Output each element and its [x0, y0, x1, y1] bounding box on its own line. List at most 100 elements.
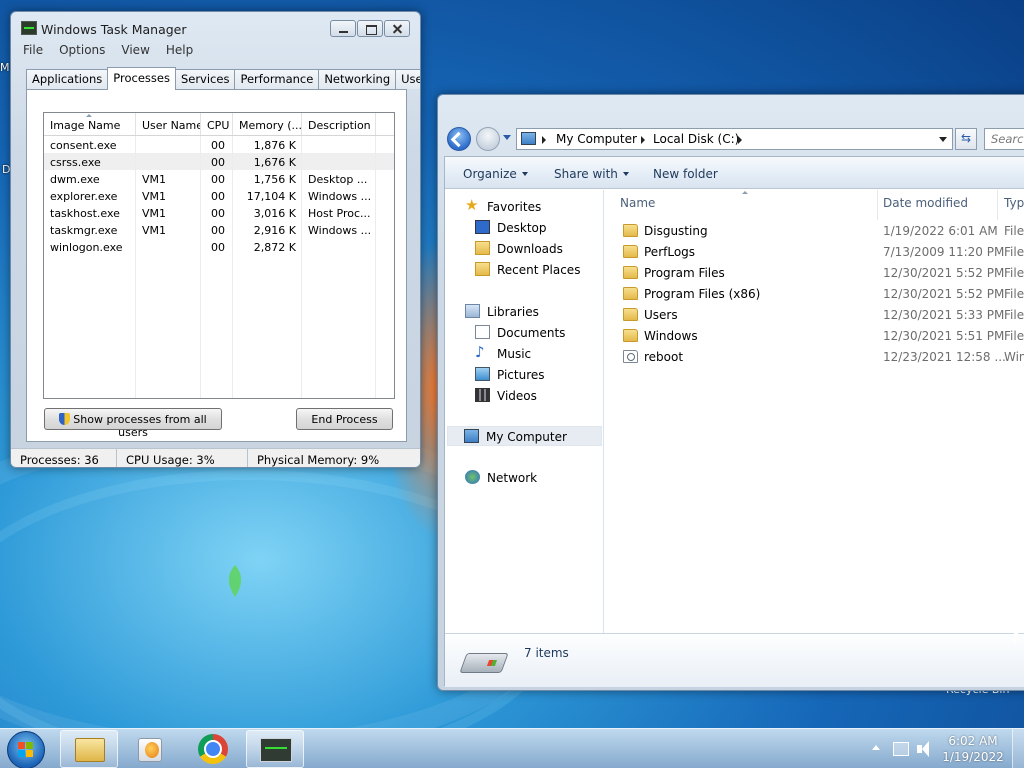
explorer-body: Organize Share with New folder ★ Favorit…	[444, 156, 1024, 687]
recent-pages-dropdown-icon[interactable]	[503, 135, 511, 140]
recent-places-icon	[475, 262, 490, 276]
process-list[interactable]: Image Name User Name CPU Memory (... Des…	[43, 112, 395, 399]
column-cpu[interactable]: CPU	[201, 113, 233, 135]
file-row[interactable]: Windows 12/30/2021 5:51 PMFile f	[605, 326, 1024, 347]
address-bar[interactable]: My Computer Local Disk (C:)	[516, 128, 953, 150]
file-list[interactable]: Name Date modified Type Disgusting 1/19/2…	[605, 190, 1024, 633]
tab-networking[interactable]: Networking	[318, 69, 397, 89]
process-row[interactable]: taskhost.exe VM1 00 3,016 K Host Proc...	[44, 204, 394, 221]
column-image-name[interactable]: Image Name	[44, 113, 136, 135]
process-row[interactable]: consent.exe 00 1,876 K	[44, 136, 394, 153]
organize-label: Organize	[463, 167, 517, 181]
file-row[interactable]: Disgusting 1/19/2022 6:01 AM File f	[605, 221, 1024, 242]
column-date-modified[interactable]: Date modified	[883, 196, 968, 210]
process-description	[302, 153, 376, 170]
column-divider[interactable]	[997, 190, 998, 220]
process-row[interactable]: dwm.exe VM1 00 1,756 K Desktop ...	[44, 170, 394, 187]
taskbar-explorer-button[interactable]	[60, 730, 118, 768]
breadcrumb-separator-icon[interactable]	[542, 136, 546, 144]
breadcrumb-my-computer[interactable]: My Computer	[556, 132, 637, 146]
process-row[interactable]: winlogon.exe 00 2,872 K	[44, 238, 394, 255]
item-count: 7 items	[524, 646, 569, 660]
address-dropdown-icon[interactable]	[939, 137, 947, 142]
menu-file[interactable]: File	[23, 43, 43, 57]
file-type: File f	[1004, 266, 1024, 280]
breadcrumb-local-disk[interactable]: Local Disk (C:)	[653, 132, 739, 146]
breadcrumb-separator-icon[interactable]	[641, 136, 645, 144]
desktop-icon-label-fragment[interactable]: M	[0, 61, 10, 74]
process-image-name: csrss.exe	[50, 156, 101, 169]
show-hidden-icons-icon[interactable]	[872, 745, 880, 750]
process-cpu: 00	[211, 139, 225, 152]
forward-button[interactable]	[476, 127, 500, 151]
organize-button[interactable]: Organize	[463, 167, 528, 181]
libraries-icon	[465, 304, 480, 318]
file-date-modified: 12/30/2021 5:52 PM	[883, 287, 1005, 301]
clock-time: 6:02 AM	[948, 734, 998, 748]
taskbar-chrome-button[interactable]	[184, 730, 242, 768]
process-cpu: 00	[211, 224, 225, 237]
menu-options[interactable]: Options	[59, 43, 105, 57]
tab-performance[interactable]: Performance	[234, 69, 320, 89]
volume-icon[interactable]	[917, 741, 931, 757]
process-row[interactable]: csrss.exe 00 1,676 K	[44, 153, 394, 170]
clock[interactable]: 6:02 AM 1/19/2022	[941, 733, 1005, 765]
network-tray-icon[interactable]	[893, 742, 909, 756]
menu-view[interactable]: View	[121, 43, 149, 57]
menu-bar: File Options View Help	[23, 43, 209, 57]
column-type[interactable]: Type	[1004, 196, 1024, 210]
task-manager-window[interactable]: Windows Task Manager File Options View H…	[10, 11, 421, 468]
process-row[interactable]: explorer.exe VM1 00 17,104 K Windows ...	[44, 187, 394, 204]
process-image-name: consent.exe	[50, 139, 117, 152]
search-input[interactable]: Search	[984, 128, 1024, 150]
folder-icon	[623, 266, 638, 279]
refresh-button[interactable]: ⇆	[955, 128, 977, 150]
folder-icon	[623, 329, 638, 342]
title-bar[interactable]: Windows Task Manager	[11, 12, 420, 42]
tab-processes[interactable]: Processes	[107, 67, 176, 90]
tab-applications[interactable]: Applications	[26, 69, 109, 89]
file-row[interactable]: reboot 12/23/2021 12:58 ...Wind	[605, 347, 1024, 368]
maximize-button[interactable]	[357, 20, 383, 37]
column-divider[interactable]	[877, 190, 878, 220]
taskbar-task-manager-button[interactable]	[246, 730, 304, 768]
back-button[interactable]	[447, 127, 471, 151]
start-button[interactable]	[7, 731, 45, 768]
column-divider	[200, 136, 201, 398]
tab-services[interactable]: Services	[174, 69, 236, 89]
column-memory[interactable]: Memory (...	[233, 113, 302, 135]
tab-strip: Applications Processes Services Performa…	[26, 67, 420, 90]
share-with-button[interactable]: Share with	[554, 167, 629, 181]
breadcrumb-separator-icon[interactable]	[738, 136, 742, 144]
file-type: File f	[1004, 329, 1024, 343]
minimize-button[interactable]	[330, 20, 356, 37]
process-row[interactable]: taskmgr.exe VM1 00 2,916 K Windows ...	[44, 221, 394, 238]
file-row[interactable]: Program Files 12/30/2021 5:52 PMFile f	[605, 263, 1024, 284]
process-user-name: VM1	[142, 190, 167, 203]
chevron-down-icon	[622, 172, 629, 176]
end-process-button[interactable]: End Process	[296, 408, 393, 430]
folder-icon	[75, 738, 105, 762]
show-desktop-button[interactable]	[1012, 729, 1024, 768]
close-button[interactable]	[384, 20, 410, 37]
explorer-window[interactable]: My Computer Local Disk (C:) ⇆ Search Org…	[437, 94, 1024, 691]
column-name[interactable]: Name	[620, 196, 655, 210]
uac-shield-icon	[59, 413, 71, 425]
process-user-name: VM1	[142, 173, 167, 186]
column-user-name[interactable]: User Name	[136, 113, 201, 135]
file-row[interactable]: Program Files (x86) 12/30/2021 5:52 PM Fil…	[605, 284, 1024, 305]
file-date-modified: 7/13/2009 11:20 PM	[883, 245, 1005, 259]
file-row[interactable]: Users 12/30/2021 5:33 PMFile f	[605, 305, 1024, 326]
file-name: Program Files (x86)	[644, 287, 761, 301]
process-cpu: 00	[211, 173, 225, 186]
file-row[interactable]: PerfLogs 7/13/2009 11:20 PMFile f	[605, 242, 1024, 263]
show-all-processes-button[interactable]: Show processes from all users	[44, 408, 222, 439]
taskbar-media-player-button[interactable]	[120, 730, 178, 768]
file-date-modified: 12/30/2021 5:33 PM	[883, 308, 1005, 322]
new-folder-button[interactable]: New folder	[653, 167, 718, 181]
nav-my-computer[interactable]: My Computer	[447, 426, 602, 446]
column-description[interactable]: Description	[302, 113, 376, 135]
tab-users[interactable]: Users	[395, 69, 420, 89]
menu-help[interactable]: Help	[166, 43, 193, 57]
process-user-name	[136, 136, 201, 153]
